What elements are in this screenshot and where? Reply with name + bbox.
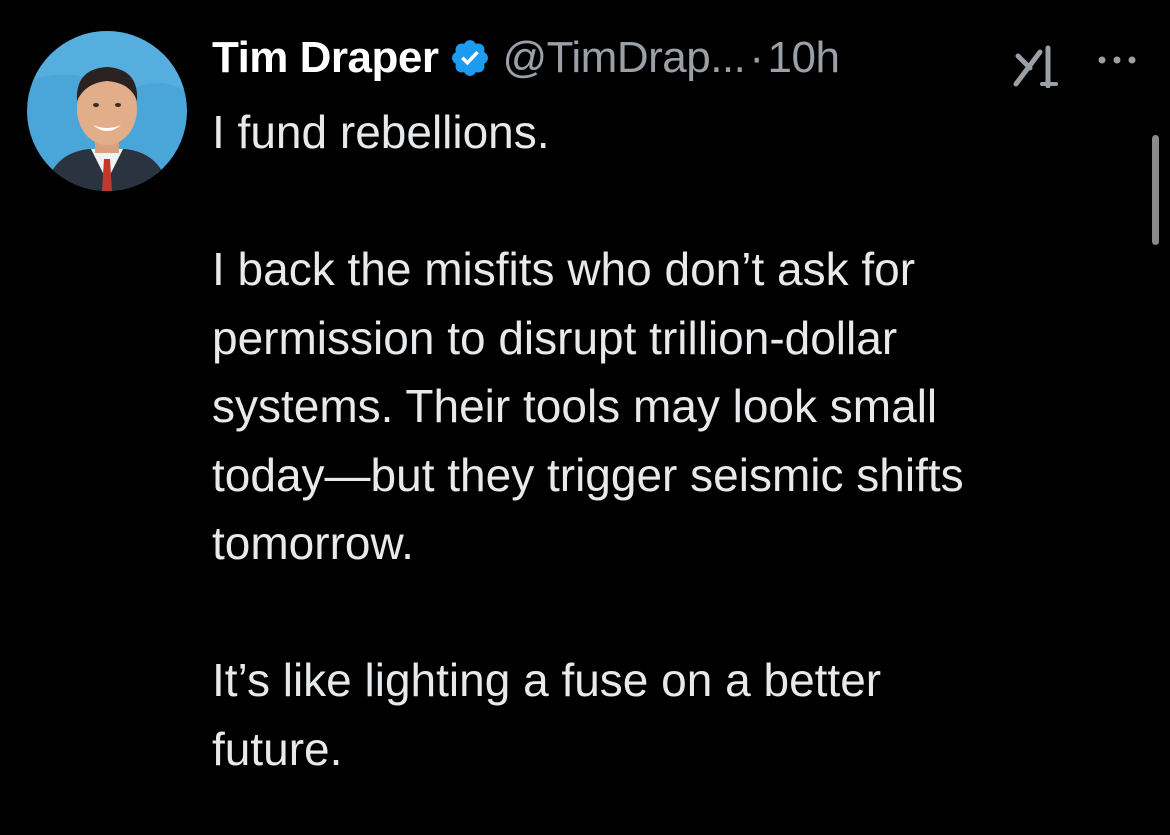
post-timestamp[interactable]: 10h (768, 33, 840, 83)
text-line: tomorrow. (212, 517, 414, 569)
paragraph-1: I fund rebellions. (212, 98, 1132, 167)
grok-icon[interactable] (1012, 44, 1064, 89)
text-line: I fund rebellions. (212, 106, 550, 158)
author-name[interactable]: Tim Draper (212, 33, 439, 83)
text-line: permission to disrupt trillion-dollar (212, 311, 898, 364)
text-line: future. (212, 722, 343, 775)
text-line: It’s like lighting a fuse on a better (212, 654, 882, 706)
paragraph-3: It’s like lighting a fuse on a better fu… (212, 646, 1132, 783)
text-line: I back the misfits who don’t ask for (212, 243, 916, 295)
post-header: Tim Draper @TimDrap... · 10h (212, 28, 840, 88)
post: Tim Draper @TimDrap... · 10h I fund rebe… (0, 0, 1170, 835)
scrollbar[interactable] (1152, 135, 1159, 245)
author-avatar[interactable] (27, 31, 187, 191)
post-text: I fund rebellions. I back the misfits wh… (212, 98, 1132, 783)
verified-badge-icon (449, 37, 491, 79)
author-handle[interactable]: @TimDrap... (503, 33, 746, 83)
more-icon[interactable] (1092, 50, 1142, 70)
text-line: systems. Their tools may look small (212, 380, 938, 432)
separator-dot: · (749, 33, 764, 82)
text-line: today—but they trigger seismic shifts (212, 448, 964, 501)
paragraph-2: I back the misfits who don’t ask for per… (212, 235, 1132, 578)
